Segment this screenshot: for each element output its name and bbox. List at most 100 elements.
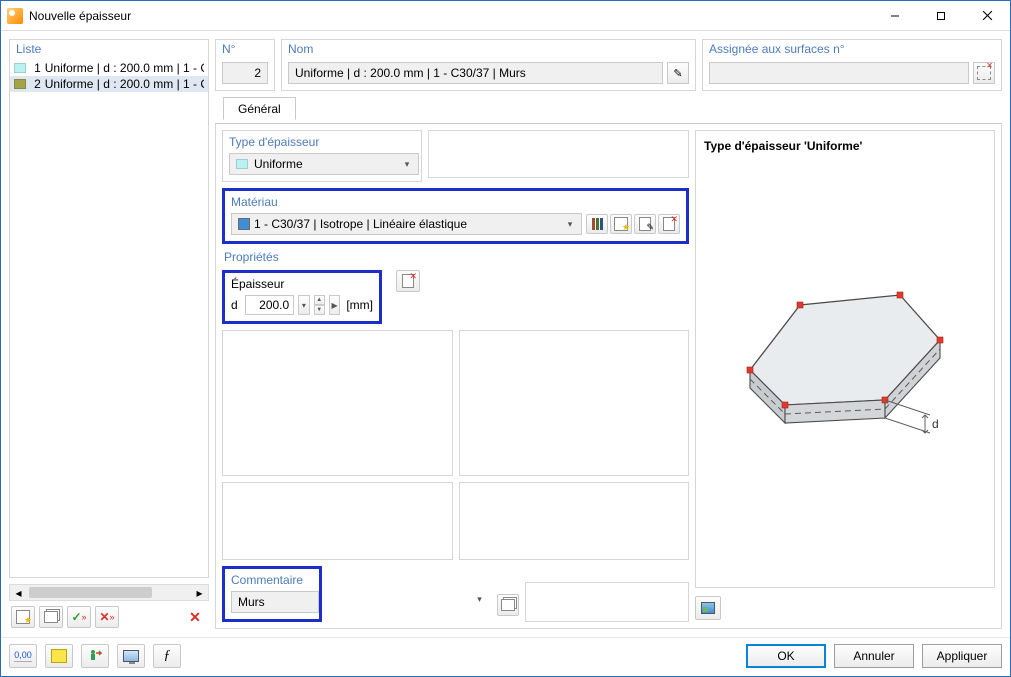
books-icon [592,218,603,230]
apply-button[interactable]: Appliquer [922,644,1002,668]
model-person-button[interactable] [81,644,109,668]
swatch-icon [14,63,26,73]
epaisseur-label: Épaisseur [231,277,373,291]
new-sheet-icon [614,217,628,231]
swatch-icon [236,159,248,169]
numero-label: N° [216,40,274,58]
display-button[interactable] [117,644,145,668]
delete-sheet-icon: ✕ [663,217,675,231]
preview-illustration: d [704,161,986,579]
monitor-icon [123,650,139,662]
materiau-group: Matériau 1 - C30/37 | Isotrope | Linéair… [222,188,689,244]
type-epaisseur-group: Type d'épaisseur Uniforme ▾ [222,130,422,182]
app-icon [7,8,23,24]
commentaire-label: Commentaire [231,573,313,587]
scroll-thumb[interactable] [29,587,152,598]
check-icon: ✓ [71,610,81,624]
materiau-delete-button[interactable]: ✕ [658,214,680,234]
epaisseur-stepper[interactable]: ▲▼ [314,295,325,315]
new-item-button[interactable] [11,606,35,628]
assign-label: Assignée aux surfaces n° [703,40,1001,58]
materiau-library-button[interactable] [586,214,608,234]
edit-sheet-icon: ✎ [639,217,651,231]
epaisseur-unit: [mm] [346,298,373,312]
clear-epaisseur-button[interactable]: ✕ [396,270,420,292]
preview-panel: Type d'épaisseur 'Uniforme' [695,130,995,588]
commentaire-copy-button[interactable] [497,594,519,616]
list-item[interactable]: 2 Uniforme | d : 200.0 mm | 1 - C30 [10,76,208,92]
type-epaisseur-label: Type d'épaisseur [229,135,415,149]
commentaire-select[interactable]: Murs [231,591,319,613]
materiau-label: Matériau [231,195,680,209]
minimize-button[interactable] [872,1,918,31]
script-button[interactable]: ƒ [153,644,181,668]
type-epaisseur-select[interactable]: Uniforme ▾ [229,153,419,175]
decimal-icon: 0,00 [14,650,32,662]
chevron-down-icon: ▾ [400,159,414,170]
script-f-icon: ƒ [164,648,171,664]
epaisseur-var: d [231,298,241,312]
picture-icon [701,602,715,614]
materiau-value: 1 - C30/37 | Isotrope | Linéaire élastiq… [254,217,467,231]
epaisseur-play-button[interactable]: ▶ [329,295,341,315]
nom-label: Nom [282,40,695,58]
assign-input[interactable] [709,62,969,84]
edit-name-button[interactable]: ✎ [667,62,689,84]
scroll-right-arrow[interactable]: ▸ [191,585,208,600]
x-icon: ✕ [99,610,109,624]
empty-panel-5 [459,482,690,560]
assign-panel: Assignée aux surfaces n° [702,39,1002,91]
scroll-left-arrow[interactable]: ◂ [10,585,27,600]
horizontal-scrollbar[interactable]: ◂ ▸ [9,584,209,601]
step-up-icon[interactable]: ▲ [314,295,325,305]
delete-button[interactable]: ✕ [183,606,207,628]
materiau-select[interactable]: 1 - C30/37 | Isotrope | Linéaire élastiq… [231,213,582,235]
commentaire-select-extended[interactable]: ▾ [328,594,491,616]
delete-x-icon: ✕ [189,609,201,626]
pick-surfaces-button[interactable] [973,62,995,84]
preview-image-button[interactable] [695,596,721,620]
empty-panel-4 [222,482,453,560]
color-button[interactable] [45,644,73,668]
materiau-new-button[interactable] [610,214,632,234]
commentaire-group-label: Commentaire Murs [222,566,322,622]
tab-general[interactable]: Général [223,97,296,120]
list-label: Liste [10,40,208,58]
epaisseur-group: Épaisseur d 200.0 ▾ ▲▼ ▶ [mm] [222,270,382,324]
nom-input[interactable]: Uniforme | d : 200.0 mm | 1 - C30/37 | M… [288,62,663,84]
uncheck-all-button[interactable]: ✕» [95,606,119,628]
sheets-icon [44,611,58,623]
sheet-x-icon: ✕ [402,274,414,288]
chevron-down-icon: ▾ [473,594,487,605]
material-color-icon [238,218,250,230]
copy-item-button[interactable] [39,606,63,628]
empty-panel-1 [428,130,689,178]
new-sheet-icon [16,610,30,624]
pencil-icon: ✎ [673,67,682,80]
swatch-icon [14,79,26,89]
list-num: 1 [30,61,41,75]
materiau-edit-button[interactable]: ✎ [634,214,656,234]
epaisseur-input[interactable]: 200.0 [245,295,295,315]
red-chevrons-icon: » [110,612,115,622]
list-text: Uniforme | d : 200.0 mm | 1 - C30 [45,61,204,75]
close-button[interactable] [964,1,1010,31]
empty-panel-6 [525,582,690,622]
list-text: Uniforme | d : 200.0 mm | 1 - C30 [45,77,204,91]
ok-button[interactable]: OK [746,644,826,668]
list-item[interactable]: 1 Uniforme | d : 200.0 mm | 1 - C30 [10,60,208,76]
list-panel: Liste 1 Uniforme | d : 200.0 mm | 1 - C3… [9,39,209,578]
cancel-button[interactable]: Annuler [834,644,914,668]
maximize-button[interactable] [918,1,964,31]
chevron-down-icon: ▾ [563,219,577,230]
commentaire-value: Murs [238,595,265,609]
empty-panel-2 [222,330,453,476]
sheets-icon [501,599,515,611]
person-arrow-icon [88,649,102,663]
epaisseur-dropdown-button[interactable]: ▾ [298,295,310,315]
units-button[interactable]: 0,00 [9,644,37,668]
list-num: 2 [30,77,41,91]
check-all-button[interactable]: ✓» [67,606,91,628]
numero-input[interactable]: 2 [222,62,268,84]
step-down-icon[interactable]: ▼ [314,305,325,315]
